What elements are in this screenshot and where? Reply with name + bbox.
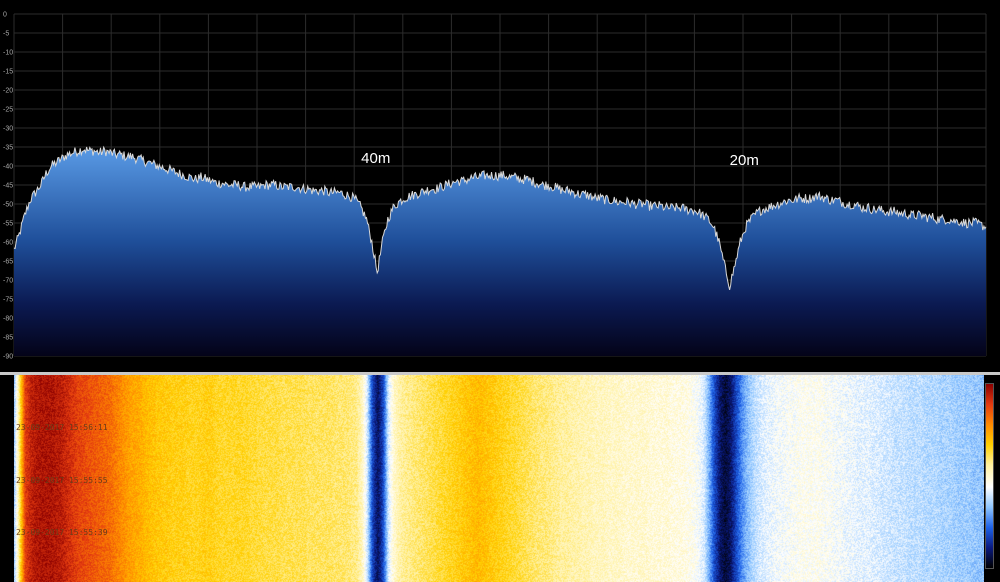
y-tick-label: -80 [3, 316, 13, 323]
y-tick-label: -40 [3, 164, 13, 171]
spectrum-analyzer-window: 0 -5 -10 -15 -20 -25 -30 -35 -40 -45 -50 -55 -60 -65 -… [0, 0, 1000, 582]
y-tick-label: -90 [3, 354, 13, 361]
y-tick-label: -10 [3, 50, 13, 57]
y-tick-label: -60 [3, 240, 13, 247]
band-label-20m: 20m [730, 152, 759, 169]
y-tick-label: -5 [3, 31, 9, 38]
y-tick-label: -45 [3, 183, 13, 190]
y-axis-ticks: 0 -5 -10 -15 -20 -25 -30 -35 -40 -45 -50 -55 -60 -65 -… [3, 12, 13, 361]
waterfall-timestamp-3: 23-09-2017 15:55:39 [16, 528, 108, 537]
waterfall-timestamp-2: 23-09-2017 15:55:55 [16, 476, 108, 485]
waterfall-timestamp-1: 23-09-2017 15:56:11 [16, 423, 108, 432]
spectrum-chart-svg: 0 -5 -10 -15 -20 -25 -30 -35 -40 -45 -50 -55 -60 -65 -… [3, 12, 987, 361]
y-tick-label: 0 [3, 12, 7, 19]
spectrum-plot[interactable]: 0 -5 -10 -15 -20 -25 -30 -35 -40 -45 -50 -55 -60 -65 -… [0, 0, 1000, 372]
color-scale-bar [985, 383, 994, 569]
band-label-40m: 40m [361, 150, 390, 167]
y-tick-label: -70 [3, 278, 13, 285]
y-tick-label: -25 [3, 107, 13, 114]
y-tick-label: -20 [3, 88, 13, 95]
y-tick-label: -35 [3, 145, 13, 152]
waterfall-canvas [14, 375, 984, 582]
y-tick-label: -30 [3, 126, 13, 133]
y-tick-label: -65 [3, 259, 13, 266]
y-tick-label: -75 [3, 297, 13, 304]
y-tick-label: -85 [3, 335, 13, 342]
waterfall-display[interactable]: 23-09-2017 15:56:11 23-09-2017 15:55:55 … [0, 375, 1000, 582]
y-tick-label: -15 [3, 69, 13, 76]
y-tick-label: -55 [3, 221, 13, 228]
y-tick-label: -50 [3, 202, 13, 209]
